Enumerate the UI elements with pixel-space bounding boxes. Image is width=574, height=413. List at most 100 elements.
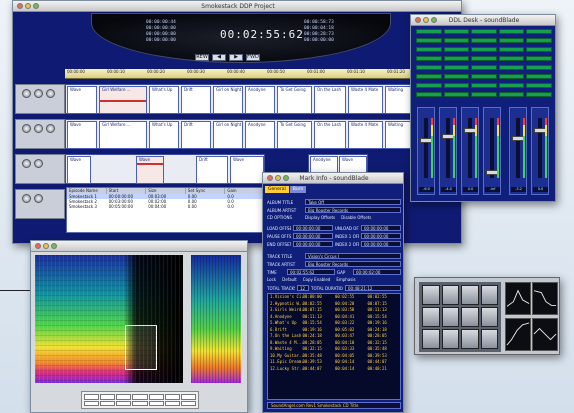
offset-field[interactable]: 00:00:00:00 — [293, 233, 333, 239]
routing-cell[interactable] — [471, 29, 497, 34]
plugin-knob[interactable] — [461, 285, 479, 305]
plugin-knob[interactable] — [441, 307, 459, 327]
zoom-button[interactable] — [431, 17, 437, 23]
routing-cell[interactable] — [443, 92, 470, 97]
routing-cell[interactable] — [416, 38, 442, 43]
routing-cell[interactable] — [416, 29, 442, 34]
routing-cell[interactable] — [443, 56, 470, 61]
display-offsets-checkbox[interactable]: Display Offsets — [305, 215, 335, 220]
markinfo-titlebar[interactable]: Mark Info - soundBlade — [263, 173, 403, 184]
clip[interactable]: Wave — [230, 156, 264, 184]
routing-cell[interactable] — [471, 47, 497, 52]
clip[interactable]: On the Lash — [314, 86, 346, 114]
default-checkbox[interactable]: Default — [282, 277, 297, 282]
album-title-field[interactable]: Take Off — [305, 199, 401, 205]
pan-knob-icon[interactable] — [22, 124, 31, 133]
play-button[interactable]: ▶ — [229, 54, 243, 61]
lock-checkbox[interactable]: Lock — [267, 277, 276, 282]
track-header-3[interactable] — [15, 154, 65, 184]
plugin-knob[interactable] — [480, 329, 498, 349]
tool-button[interactable] — [148, 400, 164, 406]
clip[interactable]: On the Lash — [314, 121, 346, 149]
clip[interactable]: Drift — [196, 156, 228, 184]
offset-field[interactable]: 00:00:00:00 — [361, 225, 401, 231]
routing-cell[interactable] — [498, 38, 525, 43]
track-header-1[interactable] — [15, 84, 65, 114]
gain-knob-icon[interactable] — [34, 194, 43, 203]
routing-cell[interactable] — [443, 65, 470, 70]
routing-cell[interactable] — [471, 56, 497, 61]
clip[interactable]: Wave — [67, 86, 97, 114]
gap-field[interactable]: 00:00:02:00 — [353, 269, 401, 275]
clip[interactable]: Girl on Night — [213, 86, 243, 114]
trim-knob-icon[interactable] — [46, 124, 55, 133]
gain-knob-icon[interactable] — [34, 159, 43, 168]
routing-cell[interactable] — [498, 83, 525, 88]
routing-cell[interactable] — [526, 65, 552, 70]
spectral-titlebar[interactable] — [31, 241, 247, 252]
track-lane-3[interactable]: Wave Wave Drift Wave — [65, 154, 265, 184]
track-header-2[interactable] — [15, 119, 65, 149]
tool-button[interactable] — [180, 394, 196, 400]
routing-cell[interactable] — [416, 47, 442, 52]
plugin-knob[interactable] — [422, 285, 440, 305]
clip-selected[interactable]: Girl Welfare ... — [99, 86, 147, 114]
disable-offsets-checkbox[interactable]: Disable Offsets — [341, 215, 371, 220]
tool-button[interactable] — [132, 394, 148, 400]
plugin-knob[interactable] — [422, 329, 440, 349]
plugin-knob[interactable] — [461, 307, 479, 327]
copy-enabled-checkbox[interactable]: Copy Enabled — [303, 277, 331, 282]
back-button[interactable]: ◀ — [212, 54, 226, 61]
routing-cell[interactable] — [416, 65, 442, 70]
clip[interactable]: Wave — [67, 156, 91, 184]
tool-button[interactable] — [100, 394, 116, 400]
routing-cell[interactable] — [498, 74, 525, 79]
pan-knob-icon[interactable] — [22, 89, 31, 98]
tab-burn[interactable]: Burn — [289, 186, 307, 193]
clip[interactable]: Anodyne — [245, 121, 275, 149]
routing-cell[interactable] — [443, 74, 470, 79]
rewind-button[interactable]: REW — [195, 54, 209, 61]
tool-button[interactable] — [116, 400, 132, 406]
tool-button[interactable] — [84, 400, 100, 406]
clip[interactable]: What's Up — [149, 121, 179, 149]
eq-curve-graph[interactable] — [505, 318, 531, 351]
routing-cell[interactable] — [443, 38, 470, 43]
routing-cell[interactable] — [416, 74, 442, 79]
clip[interactable]: Waste 4 Mate — [348, 86, 383, 114]
eq-curve-graph[interactable] — [505, 282, 531, 315]
tool-button[interactable] — [132, 400, 148, 406]
minimize-button[interactable] — [423, 17, 429, 23]
clip[interactable]: Girl Welfare ... — [99, 121, 147, 149]
offset-field[interactable]: 00:00:00:00 — [361, 241, 401, 247]
track-artist-field[interactable]: Big Rooster Records — [305, 261, 401, 267]
clip[interactable]: Drift — [181, 86, 211, 114]
close-button[interactable] — [415, 17, 421, 23]
tool-button[interactable] — [164, 394, 180, 400]
plugin-knob[interactable] — [480, 285, 498, 305]
plugin-knob[interactable] — [461, 329, 479, 349]
eq-curve-graph[interactable] — [532, 282, 558, 315]
offset-field[interactable]: 00:00:00:00 — [293, 241, 333, 247]
spectral-selection[interactable] — [125, 325, 157, 370]
clip[interactable]: To Get Going — [277, 86, 312, 114]
routing-cell[interactable] — [471, 92, 497, 97]
tool-button[interactable] — [164, 400, 180, 406]
ddp-titlebar[interactable]: Smokestack DDP Project — [13, 1, 461, 12]
track-lane-2[interactable]: Wave Girl Welfare ... What's Up Drift Gi… — [65, 119, 460, 149]
trim-knob-icon[interactable] — [46, 89, 55, 98]
routing-cell[interactable] — [526, 38, 552, 43]
routing-cell[interactable] — [526, 47, 552, 52]
routing-cell[interactable] — [526, 56, 552, 61]
spectrogram-display[interactable] — [35, 255, 183, 383]
routing-cell[interactable] — [471, 65, 497, 70]
zoom-button[interactable] — [33, 3, 39, 9]
forward-button[interactable]: FWD — [246, 54, 260, 61]
close-button[interactable] — [17, 3, 23, 9]
pan-knob-icon[interactable] — [22, 159, 31, 168]
tab-general[interactable]: General — [265, 186, 289, 193]
pan-knob-icon[interactable] — [22, 194, 31, 203]
routing-cell[interactable] — [471, 83, 497, 88]
tool-button[interactable] — [116, 394, 132, 400]
emphasis-checkbox[interactable]: Emphasis — [336, 277, 355, 282]
